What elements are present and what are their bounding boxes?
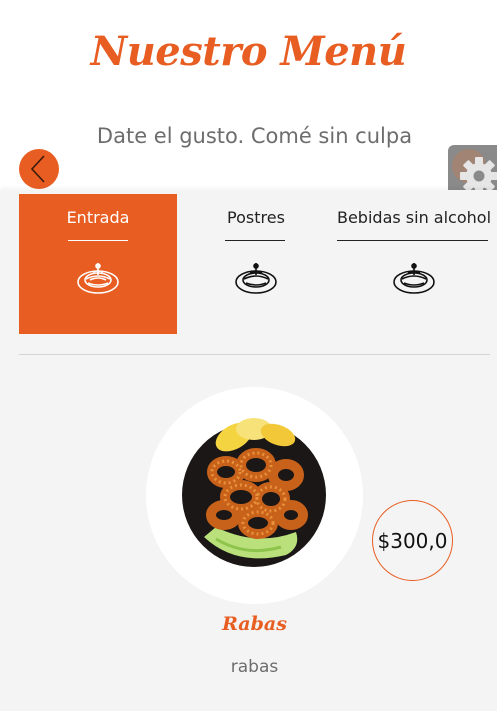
tab-bebidas-sin-alcohol[interactable]: Bebidas sin alcohol — [335, 194, 493, 334]
tab-underline — [337, 240, 488, 241]
page-title: Nuestro Menú — [90, 28, 407, 75]
appetizer-plate-icon — [235, 263, 277, 294]
page-subtitle: Date el gusto. Comé sin culpa — [96, 124, 413, 148]
tab-label: Entrada — [66, 208, 130, 227]
item-description: rabas — [230, 657, 279, 677]
price-badge: $300,0 — [372, 500, 453, 581]
appetizer-plate-icon — [393, 263, 435, 294]
tab-label: Bebidas sin alcohol — [336, 208, 492, 227]
divider — [19, 354, 490, 355]
menu-panel: Entrada Postres Bebidas sin alcohol $300… — [0, 190, 497, 711]
appetizer-plate-icon — [77, 263, 119, 294]
chevron-left-icon — [30, 155, 45, 183]
item-name: Rabas — [222, 613, 287, 635]
category-tabs: Entrada Postres Bebidas sin alcohol — [19, 194, 491, 334]
tab-underline — [225, 240, 285, 241]
food-image — [182, 418, 326, 567]
tab-postres[interactable]: Postres — [177, 194, 335, 334]
tab-entrada[interactable]: Entrada — [19, 194, 177, 334]
tab-label: Postres — [227, 208, 285, 227]
food-image-frame — [146, 387, 363, 604]
tab-underline — [68, 240, 128, 241]
back-button[interactable] — [19, 149, 59, 189]
